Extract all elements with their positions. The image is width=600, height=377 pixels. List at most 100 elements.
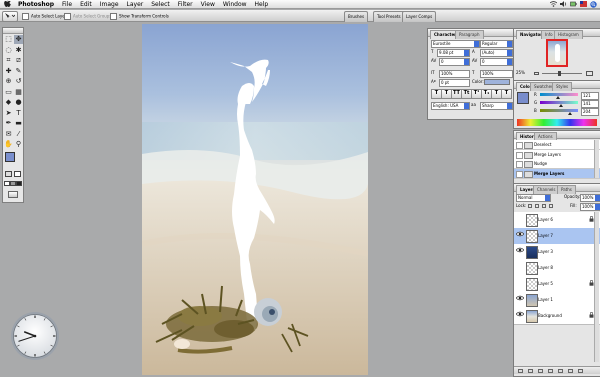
full-screen-mode-icon[interactable] [16, 181, 22, 186]
menu-image[interactable]: Image [96, 0, 123, 9]
slice-tool-icon[interactable]: ⧄ [14, 56, 23, 65]
history-item[interactable]: Nudge [514, 159, 600, 169]
dodge-tool-icon[interactable]: ● [14, 98, 23, 107]
tracking-field[interactable]: 0 [480, 58, 513, 66]
show-transform-controls-option[interactable]: Show Transform Controls [110, 13, 169, 20]
standard-mode-icon[interactable] [5, 171, 12, 177]
pen-tool-icon[interactable]: ✒ [4, 119, 13, 128]
font-family-select[interactable]: Eurostile [431, 40, 480, 48]
menu-layer[interactable]: Layer [123, 0, 148, 9]
palette-well-tab-brushes[interactable]: Brushes [344, 11, 369, 22]
show-transform-controls-checkbox[interactable] [110, 13, 117, 20]
color-foreground-swatch[interactable] [517, 92, 529, 104]
new-group-icon[interactable] [558, 369, 563, 373]
layer-row[interactable]: Background [514, 308, 600, 325]
eye-hidden-icon[interactable] [516, 215, 524, 224]
history-scrollbar[interactable] [594, 140, 599, 178]
toolbox-titlebar[interactable] [3, 28, 23, 34]
fill-field[interactable]: 100% [580, 203, 600, 211]
shape-tool-icon[interactable]: ▬ [14, 119, 23, 128]
adjustment-layer-icon[interactable] [548, 369, 553, 373]
eye-hidden-icon[interactable] [516, 263, 524, 272]
menu-app-name[interactable]: Photoshop [14, 0, 58, 9]
eraser-tool-icon[interactable]: ▭ [4, 88, 13, 97]
lock-position-icon[interactable] [542, 204, 546, 208]
lock-all-icon[interactable] [549, 204, 553, 208]
opacity-field[interactable]: 100% [580, 194, 600, 202]
menu-view[interactable]: View [197, 0, 219, 9]
history-brush-tool-icon[interactable]: ↺ [14, 77, 23, 86]
apple-menu-icon[interactable] [0, 0, 14, 10]
zoom-tool-icon[interactable]: ⚲ [14, 140, 23, 149]
gradient-tool-icon[interactable]: ▦ [14, 88, 23, 97]
navigator-thumbnail[interactable] [546, 39, 568, 67]
trash-icon[interactable] [578, 369, 583, 373]
document-canvas[interactable] [142, 24, 368, 375]
jump-to-imageready-icon[interactable] [8, 191, 18, 198]
link-layers-icon[interactable] [518, 369, 523, 373]
brush-tool-icon[interactable]: ✎ [14, 67, 23, 76]
antialias-select[interactable]: Sharp [480, 102, 513, 110]
eye-icon[interactable] [515, 247, 525, 256]
lock-image-icon[interactable] [535, 204, 539, 208]
lock-transparent-icon[interactable] [528, 204, 532, 208]
text-color-swatch[interactable] [484, 79, 510, 85]
spotlight-icon[interactable] [590, 1, 597, 8]
path-select-tool-icon[interactable]: ➤ [4, 109, 13, 118]
layer-row[interactable]: Layer 6 [514, 212, 600, 229]
eye-icon[interactable] [515, 295, 525, 304]
notes-tool-icon[interactable]: ✉ [4, 130, 13, 139]
quick-mask-mode-icon[interactable] [14, 171, 21, 177]
auto-select-layer-option[interactable]: Auto Select Layer [22, 13, 66, 20]
history-item[interactable]: Merge Layers [514, 168, 600, 179]
horizontal-scale-field[interactable]: 100% [480, 70, 513, 78]
history-snapshot-checkbox[interactable] [516, 151, 523, 159]
menu-select[interactable]: Select [147, 0, 174, 9]
layers-scrollbar[interactable] [594, 212, 599, 362]
tab-channels[interactable]: Channels [533, 185, 560, 194]
palette-well-tab-tool-presets[interactable]: Tool Presets [373, 11, 405, 22]
tab-styles[interactable]: Styles [552, 82, 573, 91]
zoom-value[interactable]: 25% [516, 70, 525, 76]
layer-row[interactable]: Layer 5 [514, 276, 600, 293]
menu-window[interactable]: Window [219, 0, 251, 9]
menu-filter[interactable]: Filter [174, 0, 197, 9]
history-snapshot-checkbox[interactable] [516, 142, 523, 149]
zoom-slider-thumb[interactable] [558, 71, 561, 76]
clone-stamp-tool-icon[interactable]: ⊕ [4, 77, 13, 86]
kerning-field[interactable]: 0 [439, 58, 470, 66]
layer-row[interactable]: Layer 3 [514, 244, 600, 261]
tab-paragraph[interactable]: Paragraph [455, 30, 484, 39]
channel-b-value[interactable]: 204 [581, 108, 599, 116]
eyedropper-tool-icon[interactable]: ⁄ [14, 130, 23, 139]
channel-b-thumb[interactable] [568, 112, 573, 115]
palette-well-tab-layer-comps[interactable]: Layer Comps [402, 11, 437, 22]
color-ramp[interactable] [517, 119, 597, 126]
flag-icon[interactable] [580, 1, 587, 7]
leading-field[interactable]: (Auto) [480, 49, 513, 57]
auto-select-layer-checkbox[interactable] [22, 13, 29, 20]
eye-icon[interactable] [515, 311, 525, 320]
tab-histogram[interactable]: Histogram [554, 30, 583, 39]
new-layer-icon[interactable] [568, 369, 573, 373]
zoom-slider[interactable] [542, 73, 582, 74]
history-item[interactable]: Merge Layers [514, 149, 600, 160]
marquee-tool-icon[interactable]: ⬚ [4, 35, 13, 44]
strikethrough-button[interactable]: T [501, 89, 512, 99]
auto-select-groups-option[interactable]: Auto Select Groups [64, 13, 111, 20]
layer-row[interactable]: Layer 1 [514, 292, 600, 309]
move-tool-preset-button[interactable] [2, 11, 18, 22]
crop-tool-icon[interactable]: ⌗ [4, 56, 13, 65]
channel-r-value[interactable]: 121 [581, 92, 599, 100]
layer-row[interactable]: Layer 8 [514, 260, 600, 277]
layer-mask-icon[interactable] [538, 369, 543, 373]
hand-tool-icon[interactable]: ✋ [4, 140, 13, 149]
blur-tool-icon[interactable]: ◆ [4, 98, 13, 107]
zoom-in-icon[interactable] [586, 71, 593, 76]
healing-tool-icon[interactable]: ✚ [4, 67, 13, 76]
volume-icon[interactable] [560, 1, 567, 7]
vertical-scale-field[interactable]: 100% [439, 70, 470, 78]
menu-help[interactable]: Help [251, 0, 273, 9]
layer-row[interactable]: Layer 7 [514, 228, 600, 245]
font-size-field[interactable]: 9.08 pt [437, 49, 470, 57]
